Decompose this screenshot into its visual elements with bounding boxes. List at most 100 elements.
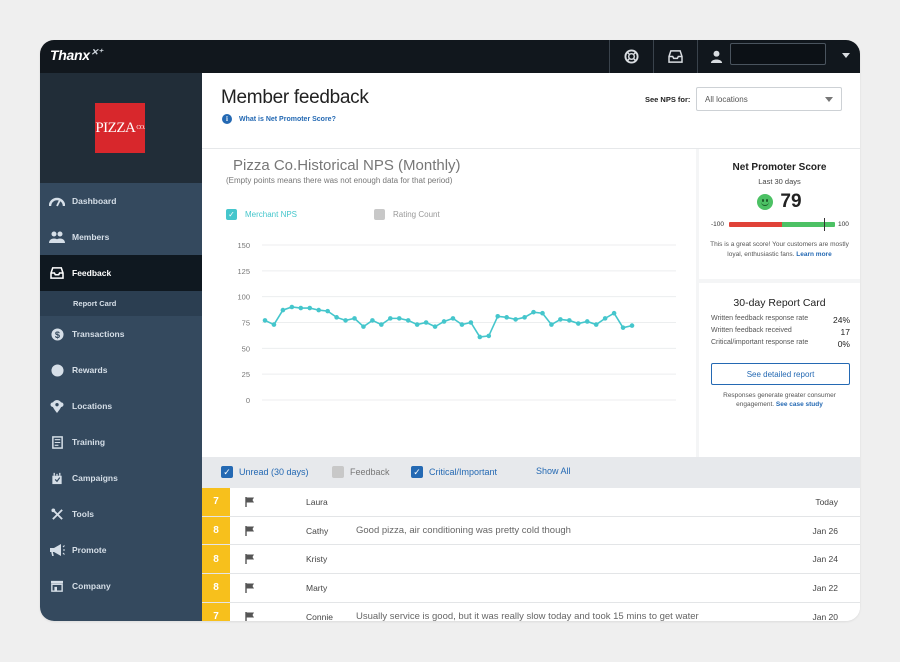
flag-icon[interactable]: [245, 554, 255, 565]
score-badge: 7: [202, 488, 230, 516]
data-point[interactable]: [522, 315, 527, 320]
filter-unread[interactable]: ✓ Unread (30 days): [221, 466, 309, 478]
filter-feedback[interactable]: Feedback: [332, 466, 390, 478]
sidebar-item-rewards[interactable]: Rewards: [40, 352, 202, 388]
feedback-row[interactable]: 8 Kristy Jan 24: [202, 545, 860, 575]
inbox-icon: [48, 266, 66, 280]
sidebar-item-members[interactable]: Members: [40, 219, 202, 255]
data-point[interactable]: [414, 322, 420, 327]
data-point[interactable]: [262, 318, 268, 323]
data-point[interactable]: [584, 319, 590, 324]
sidebar-subitem-report-card[interactable]: Report Card: [40, 291, 202, 316]
sidebar-item-dashboard[interactable]: Dashboard: [40, 183, 202, 219]
y-tick-label: 125: [237, 267, 250, 276]
legend-merchant-nps[interactable]: ✓ Merchant NPS: [226, 209, 297, 220]
feedback-row[interactable]: 8 Cathy Good pizza, air conditioning was p…: [202, 516, 860, 546]
data-point[interactable]: [370, 318, 375, 323]
feedback-row[interactable]: 7 Laura Today: [202, 488, 860, 517]
data-point[interactable]: [343, 318, 348, 323]
flag-icon[interactable]: [245, 583, 255, 594]
legend-rating-count[interactable]: Rating Count: [374, 209, 440, 220]
sidebar-item-promote[interactable]: Promote: [40, 532, 202, 568]
data-point[interactable]: [486, 333, 492, 339]
data-point[interactable]: [602, 316, 608, 321]
campaigns-icon: [48, 471, 66, 485]
gauge-max-label: 100: [838, 221, 849, 228]
sidebar-item-company[interactable]: Company: [40, 568, 202, 604]
sidebar-item-label: Promote: [72, 545, 107, 555]
data-point[interactable]: [620, 325, 626, 330]
data-point[interactable]: [316, 307, 322, 313]
data-point[interactable]: [549, 322, 554, 327]
data-point[interactable]: [379, 322, 384, 327]
data-point[interactable]: [450, 316, 456, 321]
score-badge: 8: [202, 574, 230, 602]
data-point[interactable]: [298, 305, 304, 311]
show-all-link[interactable]: Show All: [536, 466, 571, 476]
data-point[interactable]: [405, 318, 411, 323]
flag-icon[interactable]: [245, 497, 255, 507]
data-point[interactable]: [280, 307, 286, 313]
tools-icon: [48, 507, 66, 521]
sidebar-item-label: Feedback: [72, 268, 112, 278]
data-point[interactable]: [423, 320, 429, 325]
feedback-date: Today: [815, 497, 838, 507]
y-tick-label: 50: [242, 344, 250, 353]
data-point[interactable]: [334, 315, 339, 320]
data-point[interactable]: [629, 323, 635, 328]
sidebar-item-feedback[interactable]: Feedback: [40, 255, 202, 291]
data-point[interactable]: [531, 309, 536, 315]
data-point[interactable]: [388, 316, 393, 321]
data-point[interactable]: [325, 308, 330, 314]
user-name-box[interactable]: [730, 43, 826, 65]
y-tick-label: 150: [237, 241, 250, 250]
data-point[interactable]: [396, 316, 402, 321]
nps-card-period: Last 30 days: [758, 177, 801, 186]
data-point[interactable]: [611, 310, 617, 316]
sidebar-item-training[interactable]: Training: [40, 424, 202, 460]
help-button[interactable]: [610, 40, 653, 73]
data-point[interactable]: [513, 317, 518, 322]
data-point[interactable]: [558, 317, 563, 322]
flag-icon[interactable]: [245, 611, 255, 621]
gauge-marker: [823, 218, 825, 231]
learn-more-link[interactable]: Learn more: [796, 251, 831, 258]
flag-icon[interactable]: [245, 525, 255, 536]
data-point[interactable]: [271, 322, 277, 327]
sidebar-item-tools[interactable]: Tools: [40, 496, 202, 532]
data-point[interactable]: [352, 316, 357, 321]
filter-critical[interactable]: ✓ Critical/Important: [411, 466, 497, 478]
page-title: Member feedback: [221, 87, 369, 108]
data-point[interactable]: [477, 334, 483, 340]
data-point[interactable]: [441, 319, 447, 324]
what-is-nps-link[interactable]: i What is Net Promoter Score?: [222, 114, 336, 124]
data-point[interactable]: [495, 314, 501, 319]
feedback-row[interactable]: 8 Marty Jan 22: [202, 574, 860, 603]
data-point[interactable]: [575, 321, 581, 326]
user-icon: [706, 40, 726, 73]
thanx-logo[interactable]: Thanx✕⁺: [50, 47, 103, 63]
data-point[interactable]: [459, 322, 465, 327]
see-detailed-report-button[interactable]: See detailed report: [711, 363, 850, 385]
chevron-down-icon[interactable]: [842, 53, 850, 58]
location-select[interactable]: All locations: [696, 87, 842, 111]
data-point[interactable]: [432, 324, 438, 329]
data-point[interactable]: [289, 304, 295, 310]
sidebar-item-locations[interactable]: Locations: [40, 388, 202, 424]
sidebar-item-transactions[interactable]: $ Transactions: [40, 316, 202, 352]
feedback-row[interactable]: 7 Connie Usually service is good, but it w…: [202, 602, 860, 621]
case-study-link[interactable]: See case study: [776, 401, 823, 408]
data-point[interactable]: [593, 322, 599, 327]
data-point[interactable]: [468, 320, 474, 325]
sidebar-item-campaigns[interactable]: Campaigns: [40, 460, 202, 496]
megaphone-icon: [48, 543, 66, 557]
data-point[interactable]: [504, 315, 509, 320]
data-point[interactable]: [307, 305, 313, 311]
report-row: Written feedback response rate 24%: [711, 315, 850, 325]
member-name: Cathy: [306, 525, 329, 536]
inbox-button[interactable]: [654, 40, 697, 73]
data-point[interactable]: [567, 318, 572, 323]
data-point[interactable]: [361, 324, 366, 329]
feedback-message: Good pizza, air conditioning was pretty …: [356, 524, 571, 536]
data-point[interactable]: [540, 310, 545, 316]
